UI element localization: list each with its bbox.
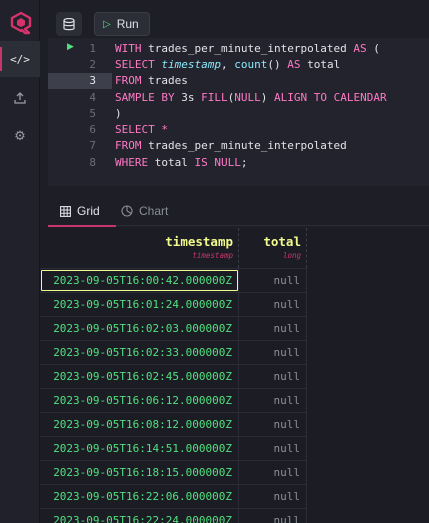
cell-timestamp[interactable]: 2023-09-05T16:01:24.000000Z [40,293,239,316]
table-row[interactable]: 2023-09-05T16:01:24.000000Z null [40,292,307,316]
line-number: 2 [89,57,96,71]
tab-chart[interactable]: Chart [121,196,168,226]
code-line-2: SELECT timestamp, count() AS total [115,57,341,71]
code-line-1: WITH trades_per_minute_interpolated AS ( [115,41,380,55]
table-row[interactable]: 2023-09-05T16:18:15.000000Z null [40,460,307,484]
side-nav: </> ⚙ [0,0,40,523]
cell-timestamp[interactable]: 2023-09-05T16:22:24.000000Z [40,509,239,523]
cell-timestamp[interactable]: 2023-09-05T16:02:33.000000Z [40,341,239,364]
line-number: 1 [89,41,96,55]
column-type: long [282,251,301,260]
results-grid[interactable]: timestamp timestamp total long 2023-09-0… [40,228,429,523]
code-line-8: WHERE total IS NULL; [115,155,248,169]
column-name: total [263,234,301,249]
table-row[interactable]: 2023-09-05T16:08:12.000000Z null [40,412,307,436]
run-button[interactable]: ▷ Run [94,12,150,36]
cell-total[interactable]: null [239,317,307,340]
cell-total[interactable]: null [239,413,307,436]
code-icon: </> [10,52,30,66]
editor-line: 5 ) [48,105,429,121]
cell-timestamp[interactable]: 2023-09-05T16:18:15.000000Z [40,461,239,484]
pie-chart-icon [121,205,133,217]
editor-toolbar: ▷ Run [40,0,429,38]
code-line-6: SELECT * [115,123,168,137]
cell-total[interactable]: null [239,485,307,508]
cell-total[interactable]: null [239,269,307,292]
questdb-logo-icon[interactable] [9,11,33,35]
database-icon [63,17,75,30]
settings-nav[interactable]: ⚙ [0,118,40,154]
table-row[interactable]: 2023-09-05T16:02:33.000000Z null [40,340,307,364]
cell-total[interactable]: null [239,437,307,460]
editor-line: 2 SELECT timestamp, count() AS total [48,56,429,72]
cell-timestamp[interactable]: 2023-09-05T16:08:12.000000Z [40,413,239,436]
code-line-7: FROM trades_per_minute_interpolated [115,139,347,153]
grid-header: timestamp timestamp total long [40,228,307,268]
table-row[interactable]: 2023-09-05T16:02:03.000000Z null [40,316,307,340]
tab-chart-label: Chart [139,204,169,218]
cell-timestamp[interactable]: 2023-09-05T16:06:12.000000Z [40,389,239,412]
table-row[interactable]: 2023-09-05T16:06:12.000000Z null [40,388,307,412]
cell-timestamp[interactable]: 2023-09-05T16:02:45.000000Z [40,365,239,388]
line-number: 4 [89,90,96,104]
table-row[interactable]: 2023-09-05T16:22:06.000000Z null [40,484,307,508]
cell-timestamp[interactable]: 2023-09-05T16:00:42.000000Z [40,269,239,292]
import-nav[interactable] [0,80,40,116]
line-number: 7 [89,139,96,153]
code-line-3: FROM trades [115,73,188,87]
upload-icon [14,92,26,104]
cell-total[interactable]: null [239,509,307,523]
run-button-label: Run [116,17,139,31]
play-icon: ▷ [103,18,111,30]
editor-line-current: 3 FROM trades [48,72,429,89]
gear-icon: ⚙ [14,128,26,144]
line-number: 6 [89,123,96,137]
cell-timestamp[interactable]: 2023-09-05T16:14:51.000000Z [40,437,239,460]
cell-timestamp[interactable]: 2023-09-05T16:02:03.000000Z [40,317,239,340]
line-number: 3 [89,73,96,87]
line-number: 8 [89,155,96,169]
cell-total[interactable]: null [239,389,307,412]
code-line-5: ) [115,106,122,120]
cell-total[interactable]: null [239,461,307,484]
grid-icon [60,205,71,217]
table-row[interactable]: 2023-09-05T16:22:24.000000Z null [40,508,307,523]
active-line-highlight [48,72,112,89]
editor-line: 4 SAMPLE BY 3s FILL(NULL) ALIGN TO CALEN… [48,89,429,105]
table-row[interactable]: 2023-09-05T16:14:51.000000Z null [40,436,307,460]
cell-total[interactable]: null [239,341,307,364]
code-editor-nav[interactable]: </> [0,41,40,77]
column-name: timestamp [165,234,233,249]
tab-grid[interactable]: Grid [48,196,116,227]
editor-line: 8 WHERE total IS NULL; [48,154,429,170]
cell-total[interactable]: null [239,293,307,316]
tab-grid-label: Grid [77,204,100,218]
column-type: timestamp [192,251,233,260]
editor-line: 7 FROM trades_per_minute_interpolated [48,138,429,154]
schema-toggle-button[interactable] [56,12,82,36]
code-line-4: SAMPLE BY 3s FILL(NULL) ALIGN TO CALENDA… [115,90,387,104]
cell-timestamp[interactable]: 2023-09-05T16:22:06.000000Z [40,485,239,508]
table-row[interactable]: 2023-09-05T16:00:42.000000Z null [40,268,307,292]
column-header-total[interactable]: total long [239,228,307,268]
editor-line: 1 WITH trades_per_minute_interpolated AS… [48,40,429,56]
line-number: 5 [89,106,96,120]
column-header-timestamp[interactable]: timestamp timestamp [40,228,239,268]
sql-editor[interactable]: ▶ 1 WITH trades_per_minute_interpolated … [48,38,429,186]
cell-total[interactable]: null [239,365,307,388]
editor-line: 6 SELECT * [48,122,429,138]
result-tabs: Grid Chart [48,196,429,227]
table-row[interactable]: 2023-09-05T16:02:45.000000Z null [40,364,307,388]
